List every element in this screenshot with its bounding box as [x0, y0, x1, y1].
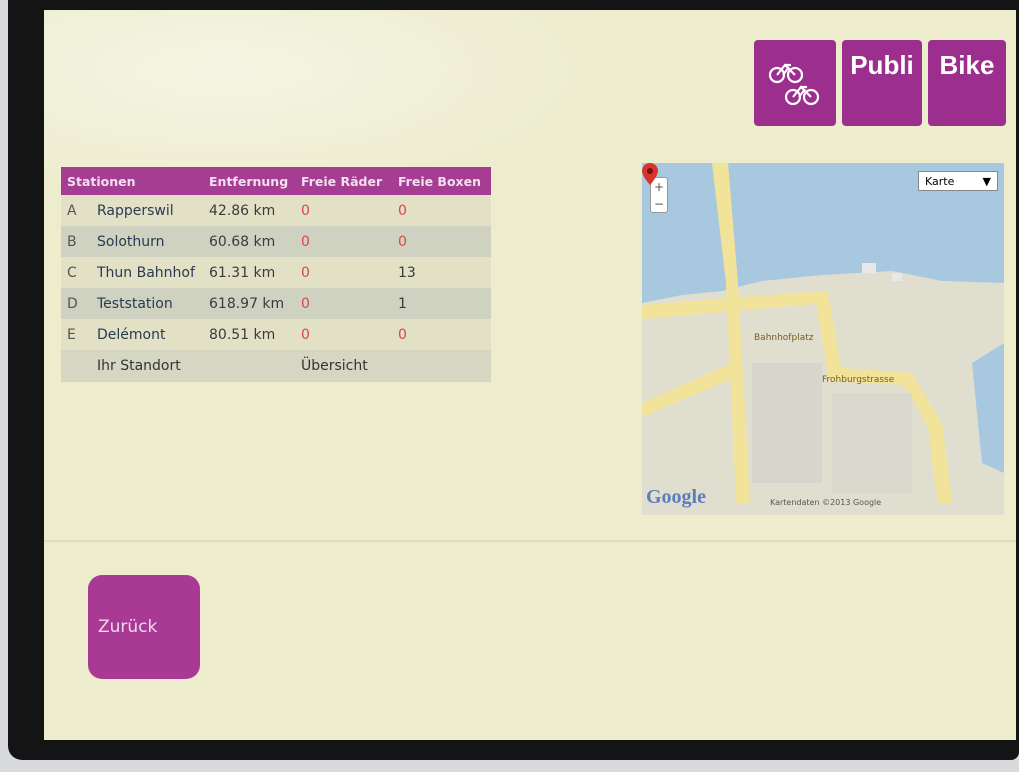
header-stationen: Stationen: [61, 167, 203, 195]
station-name: Rapperswil: [91, 195, 203, 226]
station-name: Teststation: [91, 288, 203, 319]
station-free-boxes: 13: [391, 257, 491, 288]
station-distance: 618.97 km: [203, 288, 295, 319]
table-row[interactable]: E Delémont 80.51 km 0 0: [61, 319, 491, 350]
street-label: Frohburgstrasse: [822, 375, 895, 385]
station-letter: E: [61, 319, 91, 350]
overview-button[interactable]: Übersicht: [295, 350, 491, 382]
station-map[interactable]: + − Karte ▼ Bahnhofplatz Frohburgstrasse…: [642, 163, 1004, 515]
station-distance: 42.86 km: [203, 195, 295, 226]
table-footer-row: Ihr Standort Übersicht: [61, 350, 491, 382]
station-name: Thun Bahnhof: [91, 257, 203, 288]
google-logo: Google: [646, 486, 706, 508]
station-letter: D: [61, 288, 91, 319]
bicycles-icon: [754, 40, 836, 126]
map-canvas: [642, 163, 1004, 515]
your-location-button[interactable]: Ihr Standort: [91, 350, 295, 382]
kiosk-screen: Publi Bike Stationen Entfernung Freie Rä…: [44, 10, 1016, 740]
station-letter: B: [61, 226, 91, 257]
map-marker-icon[interactable]: [642, 163, 658, 185]
station-distance: 60.68 km: [203, 226, 295, 257]
back-button[interactable]: Zurück: [88, 575, 200, 679]
table-row[interactable]: C Thun Bahnhof 61.31 km 0 13: [61, 257, 491, 288]
station-distance: 80.51 km: [203, 319, 295, 350]
street-label: Bahnhofplatz: [754, 333, 814, 343]
table-row[interactable]: D Teststation 618.97 km 0 1: [61, 288, 491, 319]
table-row[interactable]: B Solothurn 60.68 km 0 0: [61, 226, 491, 257]
zoom-out-button[interactable]: −: [654, 197, 664, 211]
map-type-select[interactable]: Karte ▼: [918, 171, 998, 191]
station-free-bikes: 0: [295, 288, 392, 319]
station-letter: A: [61, 195, 91, 226]
header-entfernung: Entfernung: [203, 167, 295, 195]
header-freie-raeder: Freie Räder: [295, 167, 392, 195]
map-copyright: Kartendaten ©2013 Google: [770, 498, 882, 507]
publibike-logo: Publi Bike: [754, 40, 1006, 126]
chevron-down-icon: ▼: [982, 174, 991, 188]
table-header-row: Stationen Entfernung Freie Räder Freie B…: [61, 167, 491, 195]
station-free-bikes: 0: [295, 226, 392, 257]
station-free-bikes: 0: [295, 195, 392, 226]
station-free-boxes: 0: [391, 195, 491, 226]
station-free-bikes: 0: [295, 257, 392, 288]
header-freie-boxen: Freie Boxen: [391, 167, 491, 195]
logo-word-publi: Publi: [842, 40, 922, 126]
station-name: Delémont: [91, 319, 203, 350]
station-name: Solothurn: [91, 226, 203, 257]
table-row[interactable]: A Rapperswil 42.86 km 0 0: [61, 195, 491, 226]
monitor-bezel: Publi Bike Stationen Entfernung Freie Rä…: [8, 0, 1019, 760]
station-free-boxes: 0: [391, 226, 491, 257]
section-divider: [44, 540, 1016, 542]
station-free-boxes: 0: [391, 319, 491, 350]
station-letter: C: [61, 257, 91, 288]
stations-table: Stationen Entfernung Freie Räder Freie B…: [61, 167, 491, 382]
map-type-label: Karte: [925, 174, 955, 188]
station-free-bikes: 0: [295, 319, 392, 350]
logo-word-bike: Bike: [928, 40, 1006, 126]
station-free-boxes: 1: [391, 288, 491, 319]
station-distance: 61.31 km: [203, 257, 295, 288]
